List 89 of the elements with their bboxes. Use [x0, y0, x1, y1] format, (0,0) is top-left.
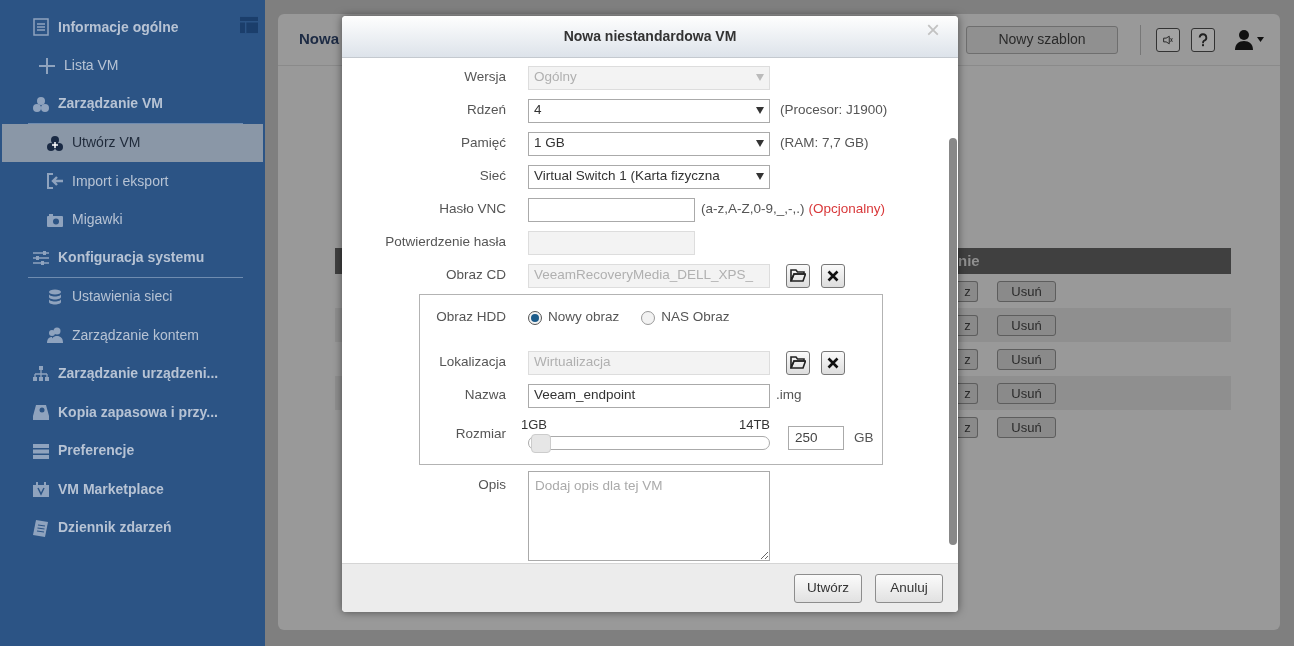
folder-icon: [790, 269, 806, 282]
panel-title: Nowa: [299, 29, 339, 50]
close-icon: [827, 356, 839, 369]
import-icon: [46, 172, 64, 191]
delete-button[interactable]: Usuń: [997, 416, 1056, 438]
sidebar-item[interactable]: VM Marketplace: [0, 470, 265, 509]
row-button[interactable]: z: [958, 382, 978, 404]
cluster-icon: [32, 94, 50, 113]
layout-icon: [240, 16, 258, 34]
input-field[interactable]: [528, 197, 695, 222]
caret-icon: [756, 107, 764, 114]
users-icon: [46, 326, 64, 345]
number-field[interactable]: 250: [788, 426, 844, 450]
clear-button[interactable]: [821, 350, 845, 375]
scrollbar[interactable]: [949, 138, 957, 545]
sidebar-item[interactable]: Zarządzanie VM: [28, 85, 243, 124]
description-field[interactable]: Dodaj opis dla tej VM: [528, 471, 770, 561]
range-max-label: 14TB: [738, 416, 770, 434]
plus-icon: [38, 56, 56, 75]
caret-icon: [756, 74, 764, 81]
folder-icon: [790, 356, 806, 369]
sidebar-item[interactable]: Ustawienia sieci: [2, 277, 263, 316]
dropdown[interactable]: 4: [528, 98, 770, 123]
question-icon: [1198, 31, 1208, 48]
optional-label: (Opcjonalny): [808, 200, 886, 219]
range-min-label: 1GB: [521, 416, 547, 434]
sidebar-item[interactable]: Import i eksport: [2, 162, 263, 201]
drive-icon: [32, 403, 50, 422]
sidebar-item[interactable]: Kopia zapasowa i przy...: [0, 393, 265, 432]
dialog-button[interactable]: Anuluj: [875, 573, 943, 603]
sidebar-item[interactable]: Utwórz VM: [2, 123, 263, 162]
dropdown[interactable]: Virtual Switch 1 (Karta fizyczna: [528, 164, 770, 189]
radio-option[interactable]: NAS Obraz: [641, 307, 730, 328]
caret-icon: [756, 140, 764, 147]
sliders-icon: [32, 248, 50, 267]
unit-label: GB: [854, 428, 874, 447]
field-label: Opis: [477, 476, 506, 494]
field-label: Wersja: [463, 68, 506, 87]
slider-thumb[interactable]: [531, 434, 552, 453]
dialog-title: Nowa niestandardowa VM: [563, 27, 737, 46]
radio-option[interactable]: Nowy obraz: [528, 307, 620, 328]
field-label: Hasło VNC: [438, 200, 506, 219]
user-menu-icon[interactable]: [1234, 28, 1266, 51]
notebook-icon: [32, 518, 50, 537]
speaker-icon: [1163, 32, 1173, 47]
cluster-icon: [46, 133, 64, 152]
caret-icon: [756, 173, 764, 180]
field-label: Rdzeń: [465, 101, 506, 120]
delete-button[interactable]: Usuń: [997, 382, 1056, 404]
row-button[interactable]: z: [958, 416, 978, 438]
hint-text: (RAM: 7,7 GB): [780, 134, 869, 153]
field-label: Rozmiar: [454, 424, 506, 443]
clear-button[interactable]: [821, 263, 845, 288]
sidebar-item[interactable]: Preferencje: [0, 431, 265, 470]
dropdown[interactable]: 1 GB: [528, 131, 770, 156]
sidebar-item[interactable]: Zarządzanie urządzeni...: [0, 354, 265, 393]
sidebar-item[interactable]: Zarządzanie kontem: [2, 316, 263, 355]
field-label: Obraz HDD: [435, 308, 506, 327]
hierarchy-icon: [32, 364, 50, 383]
document-icon: [32, 18, 50, 37]
database-icon: [46, 287, 64, 306]
field-label: Nazwa: [463, 386, 506, 405]
file-extension: .img: [776, 386, 802, 405]
field-label: Lokalizacja: [438, 353, 506, 372]
field-label: Sieć: [478, 167, 506, 186]
row-button[interactable]: z: [958, 314, 978, 336]
field-label: Pamięć: [460, 134, 506, 153]
template-button[interactable]: Nowy szablon: [966, 25, 1118, 54]
speaker-button[interactable]: [1156, 27, 1180, 52]
sidebar-item[interactable]: Lista VM: [0, 46, 265, 85]
sidebar-item[interactable]: Dziennik zdarzeń: [0, 508, 265, 547]
row-button[interactable]: z: [958, 280, 978, 302]
row-button[interactable]: z: [958, 348, 978, 370]
sidebar-item[interactable]: Konfiguracja systemu: [28, 239, 243, 278]
bars-icon: [32, 441, 50, 460]
help-button[interactable]: [1191, 27, 1215, 52]
delete-button[interactable]: Usuń: [997, 280, 1056, 302]
dialog-button[interactable]: Utwórz: [794, 573, 862, 603]
browse-button[interactable]: [786, 350, 810, 375]
bag-icon: [32, 480, 50, 499]
close-icon: [827, 269, 839, 282]
hint-text: (a-z,A-Z,0-9,_,-,.): [701, 200, 805, 219]
sidebar-item[interactable]: Migawki: [2, 200, 263, 239]
delete-button[interactable]: Usuń: [997, 348, 1056, 370]
sidebar-item[interactable]: Informacje ogólne: [0, 8, 265, 47]
delete-button[interactable]: Usuń: [997, 314, 1056, 336]
browse-button[interactable]: [786, 263, 810, 288]
input-field[interactable]: Veeam_endpoint: [528, 383, 770, 408]
hint-text: (Procesor: J1900): [780, 101, 888, 120]
